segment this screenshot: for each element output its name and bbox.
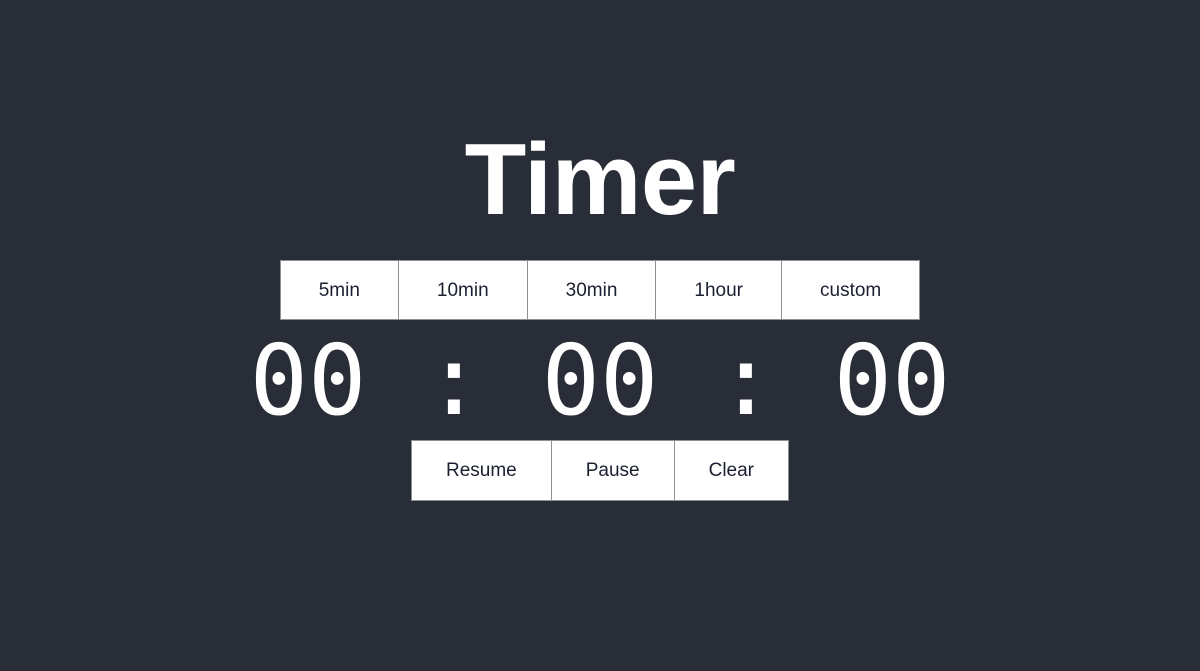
preset-button-1hour[interactable]: 1hour [655,260,783,320]
timer-control-row: Resume Pause Clear [410,440,790,501]
timer-app: Timer 5min 10min 30min 1hour custom 00 :… [0,0,1200,671]
preset-button-30min[interactable]: 30min [526,260,657,320]
timer-display: 00 : 00 : 00 [249,323,951,437]
page-title: Timer [464,123,736,236]
preset-duration-row: 5min 10min 30min 1hour custom [279,260,921,320]
preset-button-custom[interactable]: custom [781,260,921,320]
clear-button[interactable]: Clear [673,440,790,501]
resume-button[interactable]: Resume [410,440,552,501]
pause-button[interactable]: Pause [550,440,675,501]
preset-button-10min[interactable]: 10min [397,260,528,320]
preset-button-5min[interactable]: 5min [279,260,399,320]
